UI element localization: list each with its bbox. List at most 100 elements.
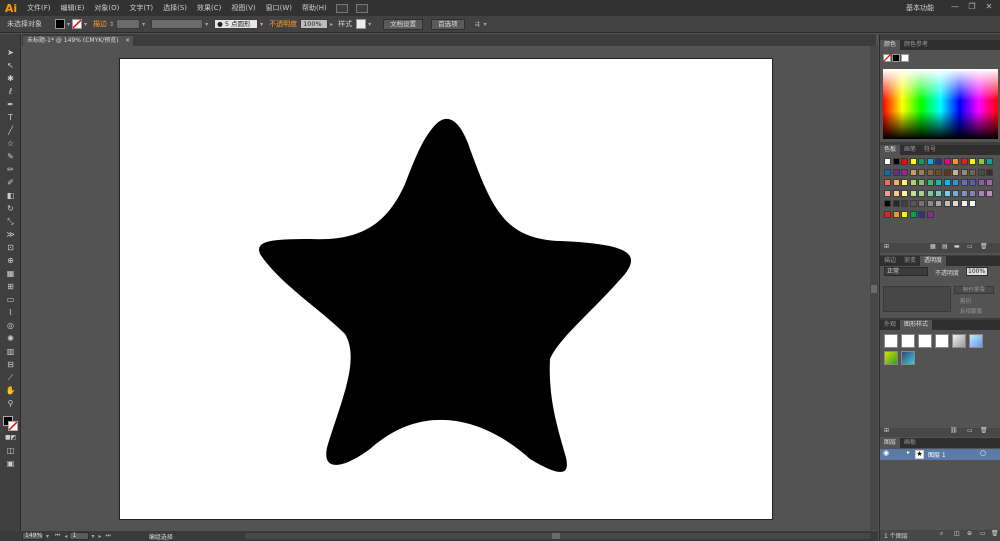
chevron-down-icon[interactable]: ▾ [84, 21, 87, 28]
star-shape[interactable] [120, 59, 774, 521]
arrange-documents-button[interactable] [355, 3, 368, 13]
artboard[interactable] [119, 58, 773, 520]
delete-style-icon[interactable]: 🗑 [980, 427, 988, 434]
swatch-chip[interactable] [901, 189, 908, 197]
fill-swatch[interactable] [55, 19, 65, 29]
clip-checkbox-label[interactable]: 剪切 [960, 297, 971, 305]
type-tool-icon[interactable]: T [5, 113, 16, 123]
chevron-down-icon[interactable]: ▾ [368, 21, 371, 28]
menu-help[interactable]: 帮助(H) [297, 3, 332, 13]
workspace-switcher[interactable]: 基本功能 [906, 3, 934, 13]
chevron-down-icon[interactable]: ▾ [67, 21, 70, 28]
star-tool-icon[interactable]: ☆ [5, 139, 16, 149]
first-artboard-icon[interactable]: ⏮ [55, 532, 60, 540]
stepper-icon[interactable]: ⇕ [109, 21, 114, 28]
layer-row[interactable]: ◉ ▸ ★ 图层 1 ○ [880, 449, 1000, 460]
swatch-chip[interactable] [969, 200, 976, 207]
stroke-color-icon[interactable] [8, 421, 18, 431]
tab-artboards[interactable]: 画板 [900, 438, 920, 448]
swatch-chip[interactable] [986, 158, 993, 165]
pencil-tool-icon[interactable]: ✏ [5, 165, 16, 175]
swatch-chip[interactable] [926, 189, 934, 197]
chevron-down-icon[interactable]: ▾ [484, 21, 487, 28]
previous-artboard-icon[interactable]: ◂ [64, 533, 67, 540]
swatch-chip[interactable] [926, 179, 934, 186]
expand-triangle-icon[interactable]: ▸ [907, 449, 910, 456]
swatch-chip[interactable] [952, 189, 959, 197]
swatch-chip[interactable] [892, 200, 900, 207]
swatch-chip[interactable] [935, 179, 942, 186]
swatch-chip[interactable] [952, 168, 959, 176]
swatch-chip[interactable] [909, 200, 917, 207]
swatch-chip[interactable] [935, 200, 942, 207]
chevron-down-icon[interactable]: ▾ [142, 21, 145, 28]
hand-tool-icon[interactable]: ✋ [5, 386, 16, 396]
paintbrush-tool-icon[interactable]: ✎ [5, 152, 16, 162]
clipping-mask-icon[interactable]: ◫ [954, 530, 960, 537]
make-mask-button[interactable]: 制作蒙版 [954, 286, 994, 294]
break-link-icon[interactable]: ⛓ [950, 427, 958, 434]
swatch-chip[interactable] [901, 210, 908, 218]
style-white-2-swatch[interactable] [935, 334, 949, 348]
swatch-chip[interactable] [960, 168, 968, 176]
swatch-chip[interactable] [918, 189, 925, 197]
chevron-down-icon[interactable]: ▾ [91, 533, 94, 540]
swatch-chip[interactable] [952, 158, 959, 165]
color-black-swatch[interactable] [892, 54, 900, 62]
swatch-chip[interactable] [977, 179, 985, 186]
swatch-chip[interactable] [935, 158, 942, 165]
swatch-chip[interactable] [892, 168, 900, 176]
tab-layers[interactable]: 图层 [880, 438, 901, 448]
artboard-tool-icon[interactable]: ⊟ [5, 360, 16, 370]
swatch-chip[interactable] [960, 189, 968, 197]
swatch-chip[interactable] [960, 158, 968, 165]
eyedropper-tool-icon[interactable]: ⌇ [5, 308, 16, 318]
column-graph-tool-icon[interactable]: ▥ [5, 347, 16, 357]
swatch-chip[interactable] [977, 168, 985, 176]
stroke-label[interactable]: 描边 [93, 19, 107, 29]
swatch-chip[interactable] [884, 168, 891, 176]
symbol-sprayer-tool-icon[interactable]: ✺ [5, 334, 16, 344]
swatch-chip[interactable] [909, 179, 917, 186]
locate-object-icon[interactable]: ⌕ [940, 530, 943, 538]
color-white-swatch[interactable] [901, 54, 909, 62]
swatch-chip[interactable] [935, 168, 942, 176]
style-default-swatch[interactable] [884, 334, 898, 348]
swatch-options-icon[interactable]: ▤ [942, 243, 948, 250]
last-artboard-icon[interactable]: ⏭ [105, 532, 110, 540]
swatch-chip[interactable] [960, 179, 968, 186]
color-none-swatch[interactable] [883, 54, 891, 62]
new-color-group-icon[interactable]: ▬ [954, 243, 960, 250]
tab-stroke[interactable]: 描边 [880, 256, 900, 266]
swatch-chip[interactable] [909, 189, 917, 197]
swatch-chip[interactable] [952, 200, 959, 207]
swatch-chip[interactable] [943, 158, 951, 165]
free-transform-tool-icon[interactable]: ⊡ [5, 243, 16, 253]
opacity-field[interactable]: 100% [300, 19, 329, 29]
style-blue-gradient-swatch[interactable] [969, 334, 983, 348]
style-white-swatch[interactable] [918, 334, 932, 348]
swatch-chip[interactable] [884, 179, 891, 186]
style-library-icon[interactable]: ⊞ [884, 427, 889, 434]
swatch-chip[interactable] [952, 179, 959, 186]
swatch-chip[interactable] [960, 200, 968, 207]
maximize-button[interactable]: ❐ [966, 2, 978, 12]
close-icon[interactable]: × [125, 36, 130, 46]
gradient-tool-icon[interactable]: ▭ [5, 295, 16, 305]
swatch-chip[interactable] [892, 189, 900, 197]
tab-transparency[interactable]: 透明度 [920, 256, 947, 266]
swatch-chip[interactable] [943, 179, 951, 186]
swatch-chip[interactable] [901, 200, 908, 207]
scale-tool-icon[interactable]: ⤡ [5, 217, 16, 227]
chevron-down-icon[interactable]: ▾ [46, 533, 49, 540]
swatch-chip[interactable] [918, 179, 925, 186]
menu-effect[interactable]: 效果(C) [192, 3, 226, 13]
document-tab[interactable]: 未标题-1* @ 149% (CMYK/预览) × [22, 35, 134, 46]
color-mode-icon[interactable]: ■◩ [5, 433, 16, 443]
color-spectrum[interactable] [883, 69, 998, 139]
swatch-chip[interactable] [892, 179, 900, 186]
swatch-chip[interactable] [977, 189, 985, 197]
swatch-chip[interactable] [969, 189, 976, 197]
menu-edit[interactable]: 编辑(E) [56, 3, 90, 13]
swatch-chip[interactable] [977, 158, 985, 165]
